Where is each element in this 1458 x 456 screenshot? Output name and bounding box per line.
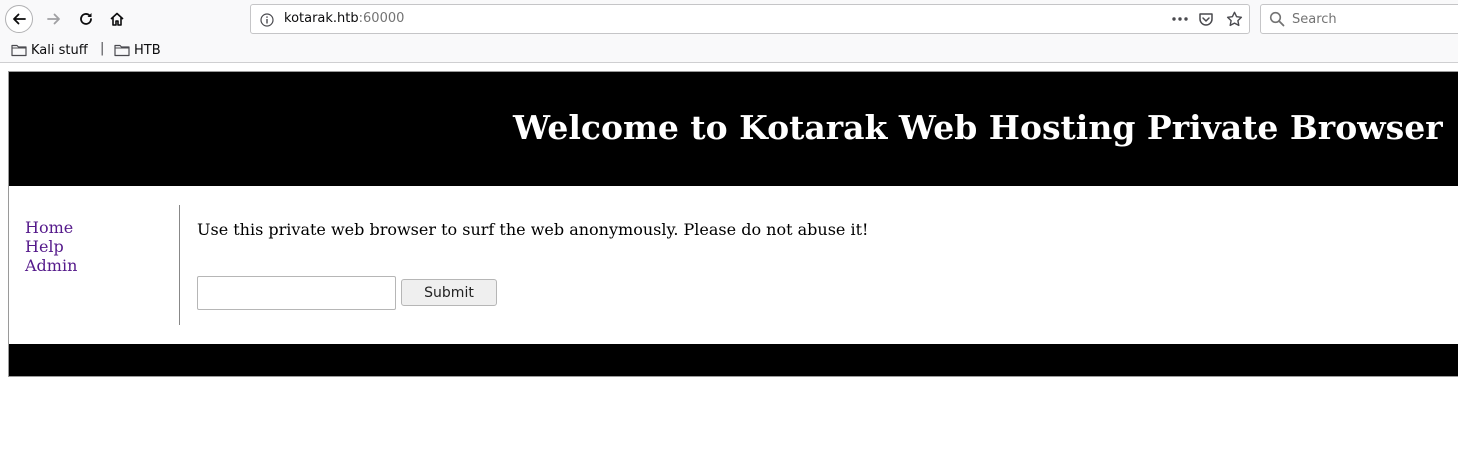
bookmark-label: HTB bbox=[134, 42, 161, 58]
address-bar[interactable]: kotarak.htb:60000 bbox=[250, 4, 1250, 34]
nav-link-admin[interactable]: Admin bbox=[25, 256, 165, 275]
reload-button[interactable] bbox=[72, 5, 100, 33]
page-actions-icon[interactable] bbox=[1171, 11, 1189, 31]
reload-icon bbox=[80, 13, 92, 25]
page-title: Welcome to Kotarak Web Hosting Private B… bbox=[513, 108, 1443, 147]
back-button[interactable] bbox=[5, 5, 33, 33]
search-bar[interactable] bbox=[1260, 4, 1458, 34]
home-button[interactable] bbox=[103, 5, 131, 33]
address-url[interactable]: kotarak.htb:60000 bbox=[284, 11, 404, 26]
bookmark-separator: | bbox=[100, 41, 105, 56]
sidebar-nav: Home Help Admin bbox=[25, 218, 165, 275]
sidebar-divider bbox=[179, 205, 180, 325]
page-footer bbox=[9, 344, 1458, 376]
bookmark-star-icon[interactable] bbox=[1226, 11, 1243, 31]
search-icon bbox=[1269, 11, 1285, 31]
search-input[interactable] bbox=[1292, 5, 1458, 33]
intro-text: Use this private web browser to surf the… bbox=[197, 220, 869, 239]
url-port: :60000 bbox=[358, 11, 405, 26]
folder-icon bbox=[114, 44, 130, 57]
nav-link-help[interactable]: Help bbox=[25, 237, 165, 256]
home-icon bbox=[110, 12, 124, 26]
pocket-icon[interactable] bbox=[1198, 11, 1214, 31]
bookmark-label: Kali stuff bbox=[31, 42, 88, 58]
site-info-icon[interactable] bbox=[260, 12, 274, 31]
bookmark-folder-htb[interactable]: HTB bbox=[114, 41, 161, 59]
browse-url-input[interactable] bbox=[197, 276, 396, 310]
browser-toolbar: kotarak.htb:60000 bbox=[0, 0, 1458, 38]
bookmarks-toolbar: Kali stuff | HTB bbox=[0, 38, 1458, 63]
url-host: kotarak.htb bbox=[284, 11, 359, 26]
forward-arrow-icon bbox=[47, 13, 60, 25]
folder-icon bbox=[11, 44, 27, 57]
back-arrow-icon bbox=[13, 13, 26, 25]
page-header: Welcome to Kotarak Web Hosting Private B… bbox=[9, 72, 1458, 186]
submit-button[interactable]: Submit bbox=[401, 279, 497, 306]
page-container: Welcome to Kotarak Web Hosting Private B… bbox=[8, 71, 1458, 377]
bookmark-folder-kali-stuff[interactable]: Kali stuff bbox=[11, 41, 88, 59]
nav-link-home[interactable]: Home bbox=[25, 218, 165, 237]
forward-button[interactable] bbox=[40, 5, 68, 33]
